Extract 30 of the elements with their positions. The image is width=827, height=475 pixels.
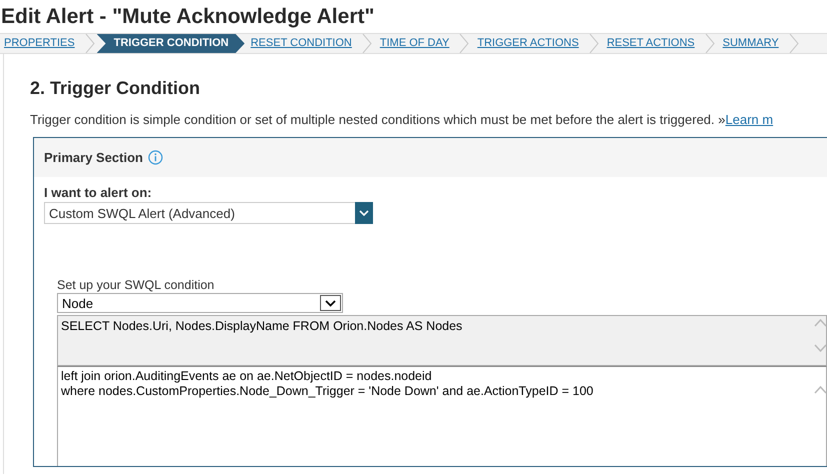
field-label: I want to alert on: [44, 185, 152, 200]
info-icon[interactable] [148, 150, 163, 165]
chevron-separator-icon [84, 34, 95, 53]
wizard-step[interactable]: PROPERTIES [4, 34, 75, 53]
chevron-separator-icon [362, 34, 372, 53]
object-type-dropdown[interactable]: Node [57, 293, 343, 313]
condition-field[interactable]: left join orion.AuditingEvents ae on ae.NetObjectID = nodes.nodeid where nodes.CustomProperties.Node_Down_Trigger = 'Node Down' and ae.ActionTypeID = 100 [57, 366, 827, 466]
select-statement-field[interactable]: SELECT Nodes.Uri, Nodes.DisplayName FROM Orion.Nodes AS Nodes [57, 315, 827, 366]
chevron-down-icon [325, 300, 336, 306]
wizard-step[interactable]: SUMMARY [722, 34, 779, 53]
chevron-separator-icon [459, 34, 470, 53]
page-title: Edit Alert - "Mute Acknowledge Alert" [0, 4, 376, 30]
scroll-down-icon[interactable] [814, 344, 827, 353]
panel-title: Primary Section [44, 150, 143, 165]
chevron-separator-icon [588, 34, 599, 53]
chevron-down-icon [359, 210, 369, 216]
field-label: Set up your SWQL condition [57, 278, 214, 292]
alert-type-dropdown[interactable]: Custom SWQL Alert (Advanced) [44, 202, 373, 224]
wizard-step[interactable]: TIME OF DAY [380, 34, 450, 53]
wizard-step[interactable]: RESET CONDITION [250, 34, 352, 53]
wizard-step[interactable]: TRIGGER CONDITION [96, 34, 245, 53]
scroll-up-icon[interactable] [814, 385, 827, 394]
wizard-step[interactable]: TRIGGER ACTIONS [477, 34, 579, 53]
chevron-separator-icon [704, 34, 715, 53]
wizard-step[interactable]: RESET ACTIONS [606, 34, 695, 53]
scroll-up-icon[interactable] [814, 318, 827, 327]
learn-more-link[interactable]: Learn m [725, 112, 774, 127]
description-text: Trigger condition is simple condition or set of multiple nested conditions which must be met before the alert is triggered. » [30, 112, 726, 127]
chevron-separator-icon [788, 34, 799, 53]
section-heading: 2. Trigger Condition [30, 78, 200, 99]
